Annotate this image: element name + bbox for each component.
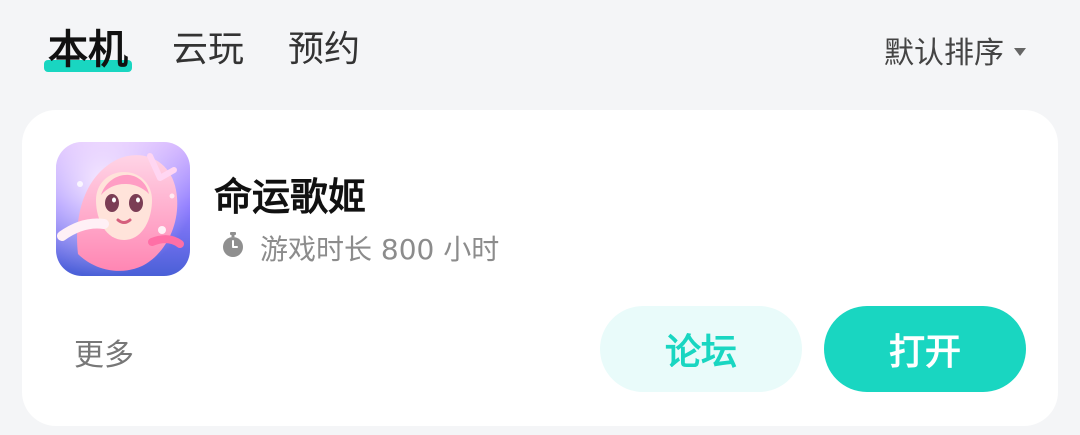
caret-down-icon — [1014, 48, 1026, 56]
tab-cloud-play[interactable]: 云玩 — [172, 26, 244, 74]
more-button[interactable]: 更多 — [74, 330, 134, 374]
stopwatch-icon — [218, 230, 248, 267]
sort-dropdown[interactable]: 默认排序 — [884, 28, 1026, 72]
tab-local-label: 本机 — [48, 27, 128, 73]
forum-button[interactable]: 论坛 — [600, 306, 802, 392]
tab-local[interactable]: 本机 — [44, 26, 132, 74]
game-card: 命运歌姬 游戏时长 800 小时 更多 论坛 打开 — [22, 110, 1058, 426]
playtime-text: 游戏时长 800 小时 — [260, 233, 500, 266]
playtime-row: 游戏时长 800 小时 — [218, 228, 499, 268]
tab-reservation[interactable]: 预约 — [288, 26, 360, 74]
open-button[interactable]: 打开 — [824, 306, 1026, 392]
anime-girl-app-icon — [56, 142, 190, 276]
game-title: 命运歌姬 — [214, 175, 367, 219]
tab-reservation-label: 预约 — [288, 29, 361, 70]
tab-bar: 本机 云玩 预约 — [44, 22, 360, 78]
sort-label: 默认排序 — [884, 36, 1004, 71]
tab-cloud-play-label: 云玩 — [172, 29, 245, 70]
